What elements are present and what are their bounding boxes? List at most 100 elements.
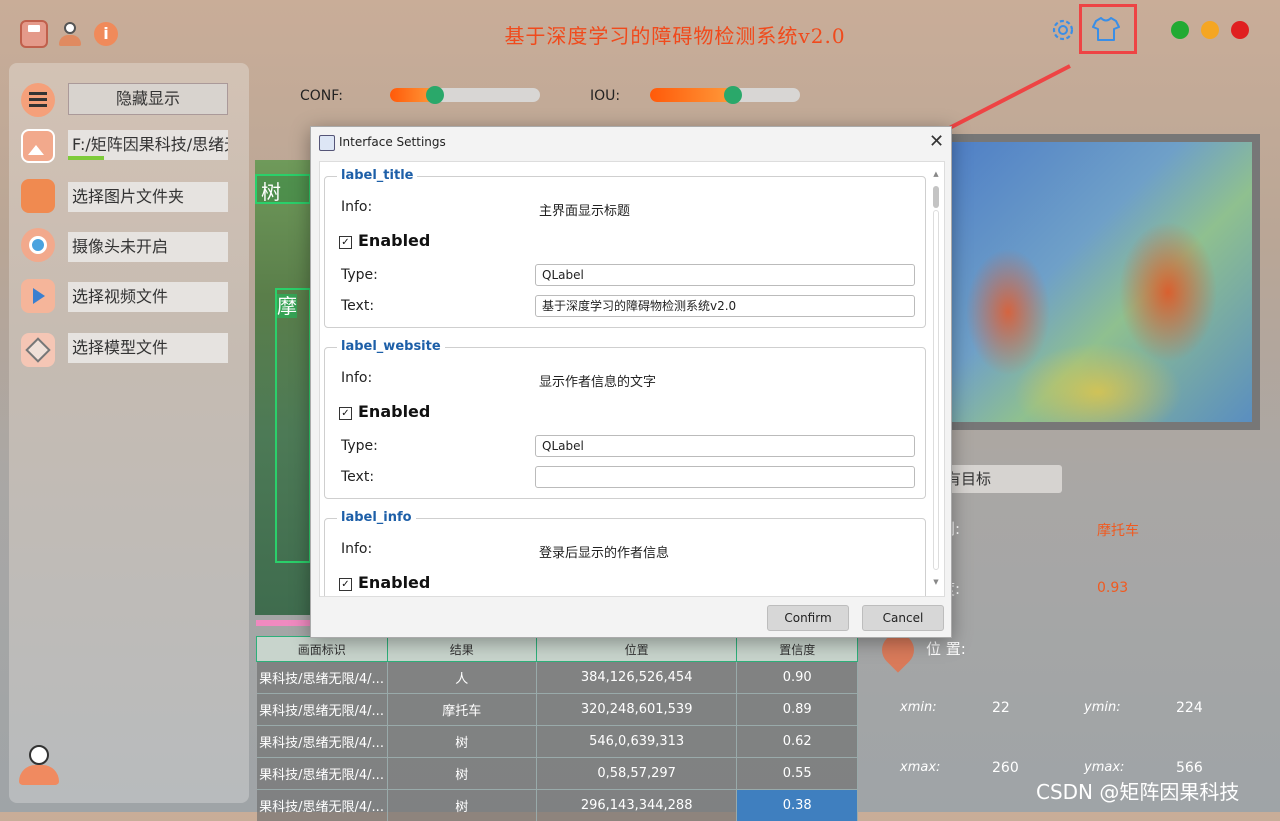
vertical-scrollbar[interactable]: ▲ ▼ [932,170,940,590]
col-header-position[interactable]: 位置 [536,637,737,662]
xmax-label: xmax: [900,760,940,775]
theme-shirt-icon[interactable] [1092,16,1120,42]
cell-result[interactable]: 人 [387,662,536,694]
cell-result[interactable]: 树 [387,726,536,758]
cancel-button[interactable]: Cancel [862,605,944,631]
checkbox-icon[interactable]: ✓ [339,236,352,249]
conf-slider-handle[interactable] [426,86,444,104]
cell-position[interactable]: 546,0,639,313 [536,726,737,758]
table-row[interactable]: 果科技/思绪无限/4/... 摩托车 320,248,601,539 0.89 [257,694,858,726]
cell-confidence[interactable]: 0.38 [737,790,858,821]
hide-display-button[interactable]: 隐藏显示 [68,83,228,115]
minimize-button[interactable] [1171,21,1189,39]
close-window-button[interactable] [1231,21,1249,39]
camera-button[interactable]: 摄像头未开启 [68,232,228,262]
cell-confidence[interactable]: 0.62 [737,726,858,758]
type-field[interactable]: QLabel [535,435,915,457]
cell-position[interactable]: 0,58,57,297 [536,758,737,790]
group-title: label_info [337,510,416,525]
text-label: Text: [341,469,374,485]
ymax-value: 566 [1176,760,1203,776]
heatmap-image [940,134,1260,430]
folder-icon[interactable] [21,179,55,213]
info-value: 登录后显示的作者信息 [539,542,669,561]
type-label: Type: [341,267,378,283]
conf-slider[interactable] [390,88,540,102]
cell-position[interactable]: 296,143,344,288 [536,790,737,821]
info-label: Info: [341,370,372,386]
file-progress-bar [68,156,104,160]
cell-source[interactable]: 果科技/思绪无限/4/... [257,726,388,758]
model-icon[interactable] [21,333,55,367]
detection-box-motorbike: 摩 [275,288,311,563]
menu-icon[interactable] [21,83,55,117]
select-model-button[interactable]: 选择模型文件 [68,333,228,363]
sidebar: 隐藏显示 F:/矩阵因果科技/思绪无 选择图片文件夹 摄像头未开启 选择视频文件… [9,63,249,803]
info-icon[interactable]: i [94,22,118,46]
image-file-icon[interactable] [21,129,55,163]
col-header-source[interactable]: 画面标识 [257,637,388,662]
select-video-button[interactable]: 选择视频文件 [68,282,228,312]
confirm-button[interactable]: Confirm [767,605,849,631]
target-select[interactable]: 有目标 [940,465,1062,493]
user-icon[interactable] [58,20,82,48]
text-field[interactable] [535,466,915,488]
info-label: Info: [341,541,372,557]
type-field[interactable]: QLabel [535,264,915,286]
dialog-close-icon[interactable]: ✕ [929,131,944,152]
checkbox-icon[interactable]: ✓ [339,578,352,591]
table-row[interactable]: 果科技/思绪无限/4/... 树 0,58,57,297 0.55 [257,758,858,790]
table-row[interactable]: 果科技/思绪无限/4/... 人 384,126,526,454 0.90 [257,662,858,694]
cell-source[interactable]: 果科技/思绪无限/4/... [257,662,388,694]
group-label-title: label_title Info: 主界面显示标题 ✓Enabled Type:… [324,176,926,328]
text-field[interactable]: 基于深度学习的障碍物检测系统v2.0 [535,295,915,317]
dialog-title: Interface Settings [339,135,446,149]
iou-slider-handle[interactable] [724,86,742,104]
dialog-app-icon [319,135,335,151]
cell-source[interactable]: 果科技/思绪无限/4/... [257,758,388,790]
cell-confidence[interactable]: 0.89 [737,694,858,726]
ymax-label: ymax: [1084,760,1124,775]
video-icon[interactable] [21,279,55,313]
table-row[interactable]: 果科技/思绪无限/4/... 树 296,143,344,288 0.38 [257,790,858,821]
xmin-label: xmin: [900,700,937,715]
enabled-checkbox[interactable]: ✓Enabled [339,402,430,421]
col-header-result[interactable]: 结果 [387,637,536,662]
detection-label-tree: 树 [257,180,281,204]
cell-source[interactable]: 果科技/思绪无限/4/... [257,790,388,821]
checkbox-icon[interactable]: ✓ [339,407,352,420]
cell-confidence[interactable]: 0.55 [737,758,858,790]
cell-result[interactable]: 摩托车 [387,694,536,726]
iou-label: IOU: [590,88,620,104]
results-table[interactable]: 画面标识 结果 位置 置信度 果科技/思绪无限/4/... 人 384,126,… [256,636,858,821]
position-label: 位 置: [926,638,966,659]
info-value: 显示作者信息的文字 [539,371,656,390]
select-image-folder-button[interactable]: 选择图片文件夹 [68,182,228,212]
cell-result[interactable]: 树 [387,758,536,790]
cell-result[interactable]: 树 [387,790,536,821]
detection-label-motorbike: 摩 [277,294,297,318]
maximize-button[interactable] [1201,21,1219,39]
account-icon[interactable] [17,743,61,787]
cell-position[interactable]: 384,126,526,454 [536,662,737,694]
progress-stripe [256,620,312,626]
cell-position[interactable]: 320,248,601,539 [536,694,737,726]
ymin-label: ymin: [1084,700,1121,715]
save-icon[interactable] [20,20,48,48]
info-value: 主界面显示标题 [539,200,630,219]
text-label: Text: [341,298,374,314]
cell-confidence[interactable]: 0.90 [737,662,858,694]
enabled-checkbox[interactable]: ✓ Enabled [339,231,430,250]
enabled-checkbox[interactable]: ✓Enabled [339,573,430,592]
group-title: label_title [337,168,417,183]
cell-source[interactable]: 果科技/思绪无限/4/... [257,694,388,726]
settings-scroll-area[interactable]: label_title Info: 主界面显示标题 ✓ Enabled Type:… [319,161,945,597]
col-header-confidence[interactable]: 置信度 [737,637,858,662]
table-row[interactable]: 果科技/思绪无限/4/... 树 546,0,639,313 0.62 [257,726,858,758]
enabled-label: Enabled [358,231,430,250]
app-title: 基于深度学习的障碍物检测系统v2.0 [440,20,910,49]
xmax-value: 260 [992,760,1019,776]
settings-gear-icon[interactable] [1050,17,1076,43]
detection-box-tree: 树 [255,174,311,204]
camera-icon[interactable] [21,228,55,262]
